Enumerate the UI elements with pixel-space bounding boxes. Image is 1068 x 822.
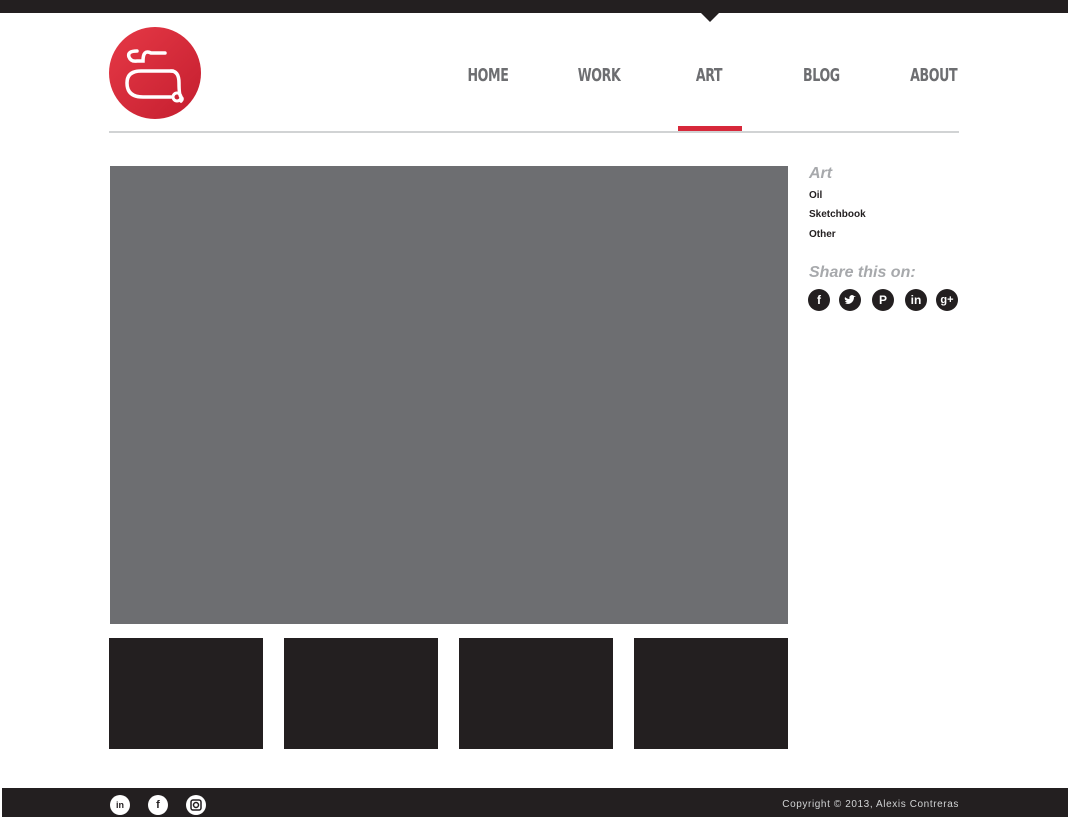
copyright: Copyright © 2013, Alexis Contreras bbox=[782, 799, 959, 810]
artwork-thumbnail[interactable] bbox=[109, 638, 263, 749]
logo[interactable] bbox=[109, 27, 201, 119]
nav-work[interactable]: WORK bbox=[578, 62, 621, 90]
artwork-thumbnail[interactable] bbox=[459, 638, 613, 749]
facebook-icon[interactable]: f bbox=[808, 289, 830, 311]
main-artwork-image bbox=[110, 166, 788, 624]
active-nav-notch bbox=[701, 13, 719, 22]
nav-about[interactable]: ABOUT bbox=[910, 62, 957, 90]
linkedin-icon[interactable]: in bbox=[110, 795, 130, 815]
sidebar-link-oil[interactable]: Oil bbox=[809, 190, 822, 202]
artwork-thumbnail[interactable] bbox=[284, 638, 438, 749]
linkedin-icon[interactable]: in bbox=[905, 289, 927, 311]
top-bar bbox=[0, 0, 1068, 13]
twitter-icon[interactable] bbox=[839, 289, 861, 311]
sidebar-heading: Art bbox=[809, 165, 833, 182]
nav-blog[interactable]: BLOG bbox=[803, 62, 840, 90]
nav-art[interactable]: ART bbox=[693, 62, 726, 90]
nav-home[interactable]: HOME bbox=[468, 62, 509, 90]
pinterest-icon[interactable]: P bbox=[872, 289, 894, 311]
header-divider bbox=[109, 131, 959, 133]
google-plus-icon[interactable]: g+ bbox=[936, 289, 958, 311]
share-heading: Share this on: bbox=[809, 264, 916, 281]
facebook-icon[interactable]: f bbox=[148, 795, 168, 815]
instagram-icon[interactable] bbox=[186, 795, 206, 815]
sidebar-link-sketchbook[interactable]: Sketchbook bbox=[809, 209, 866, 221]
artwork-thumbnail[interactable] bbox=[634, 638, 788, 749]
sidebar-link-other[interactable]: Other bbox=[809, 229, 836, 241]
